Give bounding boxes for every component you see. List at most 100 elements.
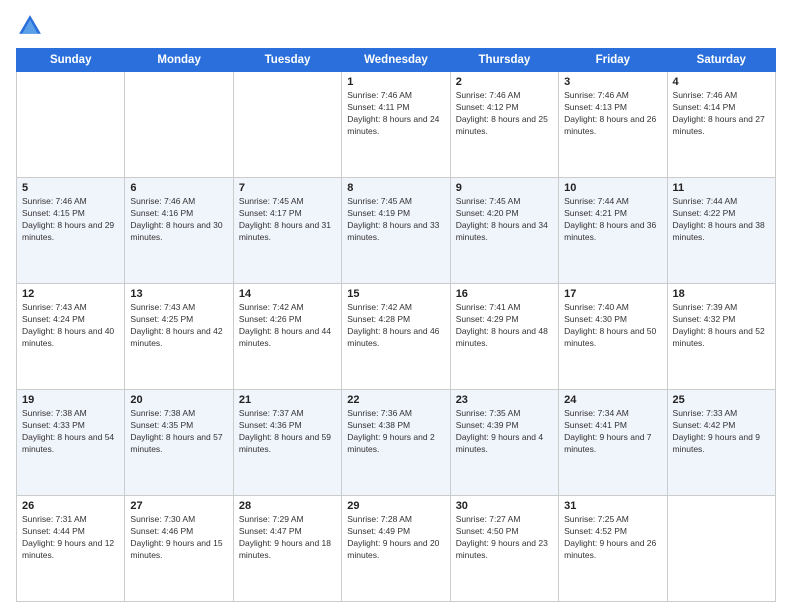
day-number: 4 [673,76,770,88]
calendar-cell: 29 Sunrise: 7:28 AM Sunset: 4:49 PM Dayli… [342,496,450,602]
calendar-cell: 16 Sunrise: 7:41 AM Sunset: 4:29 PM Dayli… [450,284,558,390]
day-number: 10 [564,182,661,194]
day-info: Sunrise: 7:35 AM Sunset: 4:39 PM Dayligh… [456,408,553,456]
calendar-cell [17,72,125,178]
day-number: 29 [347,500,444,512]
day-number: 25 [673,394,770,406]
calendar-header-row: SundayMondayTuesdayWednesdayThursdayFrid… [17,49,776,72]
calendar-week-row: 1 Sunrise: 7:46 AM Sunset: 4:11 PM Daylig… [17,72,776,178]
calendar-cell: 21 Sunrise: 7:37 AM Sunset: 4:36 PM Dayli… [233,390,341,496]
day-number: 5 [22,182,119,194]
day-number: 9 [456,182,553,194]
day-info: Sunrise: 7:46 AM Sunset: 4:15 PM Dayligh… [22,196,119,244]
calendar-cell: 30 Sunrise: 7:27 AM Sunset: 4:50 PM Dayli… [450,496,558,602]
day-number: 15 [347,288,444,300]
day-info: Sunrise: 7:43 AM Sunset: 4:25 PM Dayligh… [130,302,227,350]
day-number: 22 [347,394,444,406]
day-info: Sunrise: 7:46 AM Sunset: 4:13 PM Dayligh… [564,90,661,138]
day-info: Sunrise: 7:40 AM Sunset: 4:30 PM Dayligh… [564,302,661,350]
day-number: 17 [564,288,661,300]
day-info: Sunrise: 7:28 AM Sunset: 4:49 PM Dayligh… [347,514,444,562]
day-info: Sunrise: 7:30 AM Sunset: 4:46 PM Dayligh… [130,514,227,562]
calendar-week-row: 19Sunrise: 7:38 AM Sunset: 4:33 PM Dayli… [17,390,776,496]
day-number: 24 [564,394,661,406]
day-info: Sunrise: 7:42 AM Sunset: 4:26 PM Dayligh… [239,302,336,350]
calendar-cell: 4Sunrise: 7:46 AM Sunset: 4:14 PM Daylig… [667,72,775,178]
day-info: Sunrise: 7:44 AM Sunset: 4:21 PM Dayligh… [564,196,661,244]
day-number: 20 [130,394,227,406]
calendar-cell: 7 Sunrise: 7:45 AM Sunset: 4:17 PM Daylig… [233,178,341,284]
calendar-cell: 22 Sunrise: 7:36 AM Sunset: 4:38 PM Dayli… [342,390,450,496]
calendar-cell: 20 Sunrise: 7:38 AM Sunset: 4:35 PM Dayli… [125,390,233,496]
calendar-week-row: 26 Sunrise: 7:31 AM Sunset: 4:44 PM Dayli… [17,496,776,602]
day-info: Sunrise: 7:41 AM Sunset: 4:29 PM Dayligh… [456,302,553,350]
day-number: 13 [130,288,227,300]
day-info: Sunrise: 7:45 AM Sunset: 4:17 PM Dayligh… [239,196,336,244]
day-info: Sunrise: 7:27 AM Sunset: 4:50 PM Dayligh… [456,514,553,562]
calendar-week-row: 5 Sunrise: 7:46 AM Sunset: 4:15 PM Daylig… [17,178,776,284]
calendar-cell: 18 Sunrise: 7:39 AM Sunset: 4:32 PM Dayli… [667,284,775,390]
logo-icon [16,12,44,40]
day-info: Sunrise: 7:46 AM Sunset: 4:16 PM Dayligh… [130,196,227,244]
day-info: Sunrise: 7:33 AM Sunset: 4:42 PM Dayligh… [673,408,770,456]
calendar-cell: 14 Sunrise: 7:42 AM Sunset: 4:26 PM Dayli… [233,284,341,390]
day-number: 21 [239,394,336,406]
calendar-cell: 11 Sunrise: 7:44 AM Sunset: 4:22 PM Dayli… [667,178,775,284]
day-info: Sunrise: 7:46 AM Sunset: 4:11 PM Dayligh… [347,90,444,138]
weekday-header: Saturday [667,49,775,72]
day-info: Sunrise: 7:34 AM Sunset: 4:41 PM Dayligh… [564,408,661,456]
day-number: 18 [673,288,770,300]
day-number: 14 [239,288,336,300]
calendar-cell: 13 Sunrise: 7:43 AM Sunset: 4:25 PM Dayli… [125,284,233,390]
day-number: 2 [456,76,553,88]
calendar-cell: 23 Sunrise: 7:35 AM Sunset: 4:39 PM Dayli… [450,390,558,496]
day-info: Sunrise: 7:29 AM Sunset: 4:47 PM Dayligh… [239,514,336,562]
calendar-cell [667,496,775,602]
header [16,12,776,40]
day-number: 1 [347,76,444,88]
calendar-cell [125,72,233,178]
day-info: Sunrise: 7:46 AM Sunset: 4:12 PM Dayligh… [456,90,553,138]
weekday-header: Sunday [17,49,125,72]
calendar-cell: 1 Sunrise: 7:46 AM Sunset: 4:11 PM Daylig… [342,72,450,178]
day-info: Sunrise: 7:43 AM Sunset: 4:24 PM Dayligh… [22,302,119,350]
day-info: Sunrise: 7:31 AM Sunset: 4:44 PM Dayligh… [22,514,119,562]
calendar-cell: 28 Sunrise: 7:29 AM Sunset: 4:47 PM Dayli… [233,496,341,602]
day-info: Sunrise: 7:37 AM Sunset: 4:36 PM Dayligh… [239,408,336,456]
day-number: 30 [456,500,553,512]
day-info: Sunrise: 7:38 AM Sunset: 4:35 PM Dayligh… [130,408,227,456]
calendar-cell: 31Sunrise: 7:25 AM Sunset: 4:52 PM Dayli… [559,496,667,602]
calendar-cell: 12 Sunrise: 7:43 AM Sunset: 4:24 PM Dayli… [17,284,125,390]
day-number: 11 [673,182,770,194]
calendar-cell: 5 Sunrise: 7:46 AM Sunset: 4:15 PM Daylig… [17,178,125,284]
weekday-header: Friday [559,49,667,72]
calendar-cell: 2 Sunrise: 7:46 AM Sunset: 4:12 PM Daylig… [450,72,558,178]
calendar-week-row: 12 Sunrise: 7:43 AM Sunset: 4:24 PM Dayli… [17,284,776,390]
calendar: SundayMondayTuesdayWednesdayThursdayFrid… [16,48,776,602]
day-number: 26 [22,500,119,512]
day-number: 12 [22,288,119,300]
day-info: Sunrise: 7:45 AM Sunset: 4:19 PM Dayligh… [347,196,444,244]
weekday-header: Thursday [450,49,558,72]
calendar-cell: 26 Sunrise: 7:31 AM Sunset: 4:44 PM Dayli… [17,496,125,602]
weekday-header: Wednesday [342,49,450,72]
day-number: 3 [564,76,661,88]
page: SundayMondayTuesdayWednesdayThursdayFrid… [0,0,792,612]
day-number: 31 [564,500,661,512]
calendar-cell [233,72,341,178]
weekday-header: Monday [125,49,233,72]
day-info: Sunrise: 7:36 AM Sunset: 4:38 PM Dayligh… [347,408,444,456]
calendar-cell: 9 Sunrise: 7:45 AM Sunset: 4:20 PM Daylig… [450,178,558,284]
day-info: Sunrise: 7:44 AM Sunset: 4:22 PM Dayligh… [673,196,770,244]
day-number: 23 [456,394,553,406]
calendar-cell: 15Sunrise: 7:42 AM Sunset: 4:28 PM Dayli… [342,284,450,390]
day-number: 28 [239,500,336,512]
day-info: Sunrise: 7:39 AM Sunset: 4:32 PM Dayligh… [673,302,770,350]
day-info: Sunrise: 7:45 AM Sunset: 4:20 PM Dayligh… [456,196,553,244]
day-number: 27 [130,500,227,512]
day-number: 16 [456,288,553,300]
day-number: 7 [239,182,336,194]
calendar-cell: 8Sunrise: 7:45 AM Sunset: 4:19 PM Daylig… [342,178,450,284]
calendar-cell: 24 Sunrise: 7:34 AM Sunset: 4:41 PM Dayli… [559,390,667,496]
calendar-cell: 6Sunrise: 7:46 AM Sunset: 4:16 PM Daylig… [125,178,233,284]
